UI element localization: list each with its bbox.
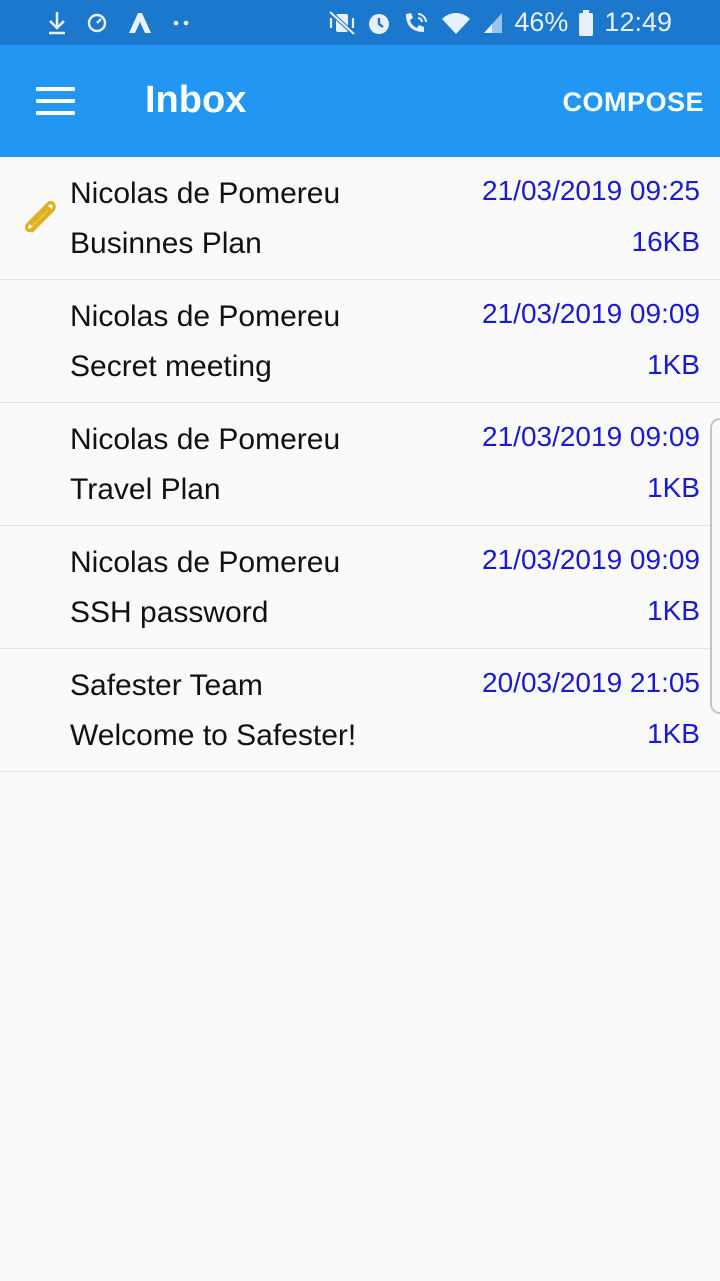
- status-bar: 46% 12:49: [0, 0, 720, 45]
- message-size: 1KB: [647, 718, 700, 749]
- message-sender: Nicolas de Pomereu: [70, 177, 341, 210]
- message-subject: Businnes Plan: [70, 227, 262, 260]
- message-subject: Secret meeting: [70, 350, 272, 383]
- message-sender: Nicolas de Pomereu: [70, 300, 341, 333]
- message-sender: Safester Team: [70, 669, 263, 702]
- edge-panel-handle[interactable]: [710, 418, 720, 714]
- message-date: 21/03/2019 09:09: [482, 544, 700, 575]
- signal-icon: [482, 11, 504, 35]
- wifi-call-icon: [402, 10, 430, 36]
- clock: 12:49: [604, 7, 672, 37]
- message-date: 20/03/2019 21:05: [482, 667, 700, 698]
- message-row[interactable]: Nicolas de Pomereu SSH password 21/03/20…: [0, 526, 720, 649]
- message-list: Nicolas de Pomereu Businnes Plan 21/03/2…: [0, 157, 720, 772]
- app-a-icon: [126, 11, 154, 35]
- message-subject: SSH password: [70, 596, 269, 629]
- message-sender: Nicolas de Pomereu: [70, 423, 341, 456]
- battery-icon: [578, 9, 594, 37]
- battery-percent: 46%: [514, 7, 569, 37]
- app-bar: Inbox COMPOSE: [0, 45, 720, 157]
- wifi-icon: [440, 10, 472, 36]
- page-title: Inbox: [145, 79, 247, 121]
- more-dots-icon: [172, 19, 190, 27]
- vibrate-icon: [328, 10, 356, 36]
- message-date: 21/03/2019 09:09: [482, 421, 700, 452]
- message-row[interactable]: Safester Team Welcome to Safester! 20/03…: [0, 649, 720, 772]
- message-row[interactable]: Nicolas de Pomereu Businnes Plan 21/03/2…: [0, 157, 720, 280]
- message-size: 1KB: [647, 595, 700, 626]
- message-subject: Travel Plan: [70, 473, 221, 506]
- compose-button[interactable]: COMPOSE: [562, 87, 704, 118]
- message-row[interactable]: Nicolas de Pomereu Travel Plan 21/03/201…: [0, 403, 720, 526]
- speed-icon: [86, 12, 108, 34]
- menu-icon-line: [36, 99, 75, 103]
- message-date: 21/03/2019 09:25: [482, 175, 700, 206]
- message-date: 21/03/2019 09:09: [482, 298, 700, 329]
- menu-icon-line: [36, 111, 75, 115]
- menu-icon-line: [36, 87, 75, 91]
- menu-button[interactable]: [26, 73, 86, 129]
- message-subject: Welcome to Safester!: [70, 719, 357, 752]
- message-size: 1KB: [647, 349, 700, 380]
- alarm-icon: [366, 10, 392, 36]
- message-sender: Nicolas de Pomereu: [70, 546, 341, 579]
- attachment-icon: [18, 195, 62, 239]
- download-icon: [46, 10, 68, 36]
- message-size: 1KB: [647, 472, 700, 503]
- message-size: 16KB: [631, 226, 701, 257]
- message-row[interactable]: Nicolas de Pomereu Secret meeting 21/03/…: [0, 280, 720, 403]
